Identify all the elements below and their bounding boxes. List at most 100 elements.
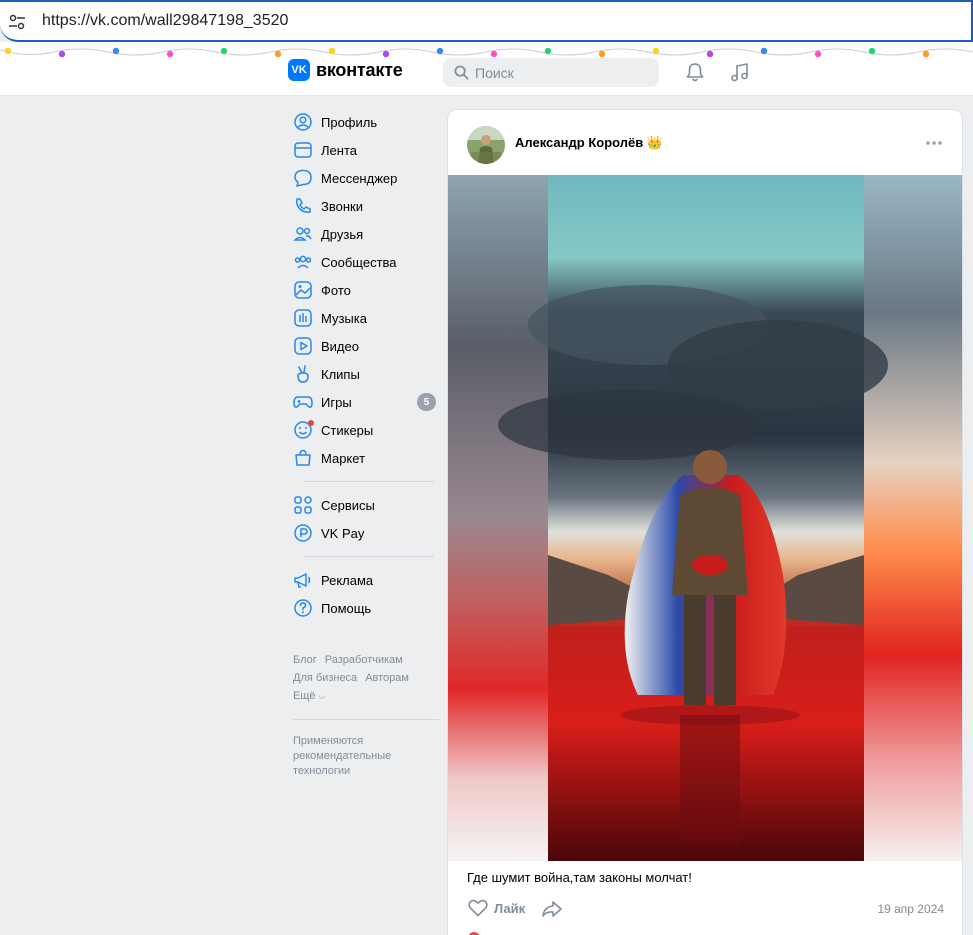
help-icon bbox=[293, 598, 313, 618]
sidebar-item-label: Друзья bbox=[321, 226, 364, 242]
share-icon[interactable] bbox=[541, 899, 563, 919]
sidebar-item-label: Помощь bbox=[321, 600, 372, 616]
footer-link-business[interactable]: Для бизнеса bbox=[293, 672, 357, 684]
sidebar-item-label: Сервисы bbox=[321, 497, 375, 513]
footer-link-more[interactable]: Ещё ⌵ bbox=[293, 690, 333, 702]
nav-divider bbox=[304, 481, 434, 482]
new-indicator-dot bbox=[308, 420, 314, 426]
sidebar-item-clips[interactable]: Клипы bbox=[290, 360, 440, 388]
profile-icon bbox=[293, 112, 313, 132]
garland-bulb bbox=[922, 50, 930, 58]
sidebar-item-label: VK Pay bbox=[321, 525, 365, 541]
phone-icon bbox=[293, 196, 313, 216]
clips-icon bbox=[293, 364, 313, 384]
garland-bulb bbox=[868, 47, 876, 55]
garland-bulb bbox=[4, 47, 12, 55]
author-name[interactable]: Александр Королёв 👑 bbox=[515, 135, 663, 151]
nav-divider bbox=[304, 556, 434, 557]
sidebar-item-feed[interactable]: Лента bbox=[290, 136, 440, 164]
sidebar-item-messenger[interactable]: Мессенджер bbox=[290, 164, 440, 192]
site-settings-icon[interactable] bbox=[8, 13, 26, 31]
heart-icon bbox=[468, 899, 488, 917]
notification-badge: 5 bbox=[417, 393, 436, 411]
search-icon bbox=[454, 65, 469, 80]
left-navigation: Профиль Лента Мессенджер Звонки Друзья Сообще… bbox=[290, 108, 440, 622]
garland-bulb bbox=[382, 50, 390, 58]
photo-icon bbox=[293, 280, 313, 300]
garland-bulb bbox=[328, 47, 336, 55]
music-icon bbox=[293, 308, 313, 328]
like-label: Лайк bbox=[494, 900, 526, 916]
garland-bulb bbox=[166, 50, 174, 58]
garland-bulb bbox=[760, 47, 768, 55]
garland-bulb bbox=[220, 47, 228, 55]
messenger-icon bbox=[293, 168, 313, 188]
avatar-image bbox=[467, 126, 505, 164]
sidebar-item-communities[interactable]: Сообщества bbox=[290, 248, 440, 276]
garland-bulb bbox=[544, 47, 552, 55]
services-icon bbox=[293, 495, 313, 515]
sidebar-item-label: Музыка bbox=[321, 310, 367, 326]
garland-bulb bbox=[706, 50, 714, 58]
sidebar-item-video[interactable]: Видео bbox=[290, 332, 440, 360]
garland-bulb bbox=[274, 50, 282, 58]
vk-logo-icon: VK bbox=[288, 59, 310, 81]
url-text[interactable]: https://vk.com/wall29847198_3520 bbox=[42, 12, 288, 30]
search-input[interactable] bbox=[475, 58, 651, 87]
garland-bulb bbox=[814, 50, 822, 58]
sidebar-item-label: Стикеры bbox=[321, 422, 374, 438]
sidebar-item-music[interactable]: Музыка bbox=[290, 304, 440, 332]
footer-link-blog[interactable]: Блог bbox=[293, 654, 317, 666]
vkpay-icon bbox=[293, 523, 313, 543]
author-avatar[interactable] bbox=[467, 126, 505, 164]
sidebar-item-friends[interactable]: Друзья bbox=[290, 220, 440, 248]
sidebar-item-games[interactable]: Игры 5 bbox=[290, 388, 440, 416]
post-image[interactable] bbox=[448, 175, 962, 861]
sidebar-item-label: Мессенджер bbox=[321, 170, 398, 186]
garland-bulb bbox=[652, 47, 660, 55]
sidebar-item-vkpay[interactable]: VK Pay bbox=[290, 519, 440, 547]
post-text: Где шумит война,там законы молчат! bbox=[467, 870, 692, 885]
garland-bulb bbox=[490, 50, 498, 58]
friends-icon bbox=[293, 224, 313, 244]
vk-logo[interactable]: VK вконтакте bbox=[288, 59, 403, 81]
sidebar-item-photo[interactable]: Фото bbox=[290, 276, 440, 304]
sidebar-item-label: Маркет bbox=[321, 450, 366, 466]
footer-link-authors[interactable]: Авторам bbox=[365, 672, 409, 684]
recommendation-note[interactable]: Применяются рекомендательные технологии bbox=[293, 734, 433, 779]
post-image-illustration bbox=[448, 175, 962, 861]
chevron-down-icon: ⌵ bbox=[318, 691, 326, 701]
sidebar-item-market[interactable]: Маркет bbox=[290, 444, 440, 472]
sidebar-item-label: Игры bbox=[321, 394, 352, 410]
sidebar-item-help[interactable]: Помощь bbox=[290, 594, 440, 622]
search-box[interactable] bbox=[443, 58, 659, 87]
footer-links: Блог Разработчикам Для бизнеса Авторам Ещё… bbox=[293, 651, 443, 705]
bell-icon[interactable] bbox=[684, 61, 706, 83]
sidebar-item-stickers[interactable]: Стикеры bbox=[290, 416, 440, 444]
feed-icon bbox=[293, 140, 313, 160]
garland-bulb bbox=[436, 47, 444, 55]
more-options-icon[interactable] bbox=[923, 136, 945, 150]
browser-url-bar[interactable]: https://vk.com/wall29847198_3520 bbox=[0, 0, 973, 42]
sidebar-item-label: Лента bbox=[321, 142, 357, 158]
garland-bulb bbox=[112, 47, 120, 55]
like-button[interactable]: Лайк bbox=[468, 899, 525, 917]
post-date[interactable]: 19 апр 2024 bbox=[877, 902, 944, 916]
sidebar-item-label: Реклама bbox=[321, 572, 374, 588]
footer-link-developers[interactable]: Разработчикам bbox=[325, 654, 403, 666]
footer-divider bbox=[293, 719, 439, 720]
sidebar-item-label: Видео bbox=[321, 338, 359, 354]
sidebar-item-phone[interactable]: Звонки bbox=[290, 192, 440, 220]
sidebar-item-profile[interactable]: Профиль bbox=[290, 108, 440, 136]
games-icon bbox=[293, 392, 313, 412]
sidebar-item-label: Звонки bbox=[321, 198, 363, 214]
sidebar-item-label: Сообщества bbox=[321, 254, 397, 270]
garland-bulb bbox=[58, 50, 66, 58]
sidebar-item-services[interactable]: Сервисы bbox=[290, 491, 440, 519]
sidebar-item-ads[interactable]: Реклама bbox=[290, 566, 440, 594]
logo-text: вконтакте bbox=[316, 59, 403, 80]
sidebar-item-label: Фото bbox=[321, 282, 351, 298]
music-note-icon[interactable] bbox=[729, 61, 751, 83]
more-label: Ещё bbox=[293, 690, 316, 702]
wall-post: Александр Королёв 👑 Где шумит война,там … bbox=[447, 109, 963, 935]
